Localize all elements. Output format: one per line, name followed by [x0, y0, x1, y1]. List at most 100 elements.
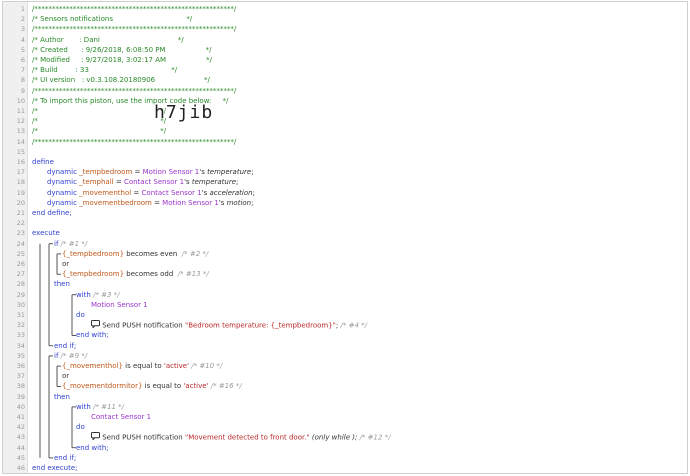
- then-keyword: then: [54, 392, 70, 401]
- code-line: 32 Send PUSH notification "Bedroom tempe…: [3, 320, 687, 330]
- do-keyword: do: [76, 311, 85, 319]
- code-line: 44 end with;: [3, 443, 687, 453]
- code-line: 17 dynamic _tempbedroom = Motion Sensor 1…: [3, 167, 687, 177]
- code-content: or: [62, 371, 69, 381]
- code-content: end define;: [32, 208, 72, 218]
- code-line: 28 then: [3, 279, 687, 289]
- code-line: 41 Contact Sensor 1: [3, 412, 687, 422]
- code-line: 2 /* Sensors notifications */: [3, 14, 687, 24]
- code-line: 1 /**************************************…: [3, 4, 687, 14]
- variable-name: _movementbedroom: [79, 198, 152, 207]
- attribute-name: temperature: [207, 168, 252, 177]
- device-name: Motion Sensor 1: [142, 168, 200, 177]
- condition-value: 'active': [183, 382, 209, 391]
- code-line: 19 dynamic _movementhol = Contact Sensor …: [3, 188, 687, 198]
- statement-id-comment: /* #1 */: [60, 239, 88, 248]
- code-content: /* Sensors notifications */: [32, 14, 192, 24]
- code-line: 42 do: [3, 422, 687, 432]
- line-number: 2: [20, 15, 25, 24]
- code-line: 25 {_tempbedroom} becomes even /* #2 */: [3, 249, 687, 259]
- code-line: 30 Motion Sensor 1: [3, 300, 687, 310]
- condition-variable: {_tempbedroom}: [62, 249, 125, 258]
- code-content: /***************************************…: [32, 4, 236, 14]
- line-number: 1: [20, 5, 25, 13]
- condition-id-comment: /* #13 */: [177, 270, 209, 279]
- line-number: 17: [16, 168, 25, 177]
- code-content: if /* #9 */: [54, 351, 87, 361]
- condition-variable: {_tempbedroom}: [62, 270, 125, 279]
- with-keyword: with: [76, 402, 91, 411]
- code-line: 35 if /* #9 */: [3, 351, 687, 361]
- condition-operator: becomes odd: [124, 270, 176, 279]
- header-comment: /* */: [32, 107, 167, 115]
- code-content: /***************************************…: [32, 137, 236, 147]
- header-comment: /***************************************…: [32, 5, 237, 13]
- define-keyword: define: [32, 158, 54, 166]
- or-keyword: or: [62, 372, 70, 381]
- code-line: 43 Send PUSH notification "Movement dete…: [3, 432, 687, 442]
- line-number: 7: [20, 66, 25, 75]
- line-number: 24: [16, 239, 25, 248]
- code-content: with /* #11 */: [76, 402, 124, 412]
- code-content: {_movementhol} is equal to 'active' /* #…: [62, 361, 222, 371]
- code-line: 4 /* Author : Dani */: [3, 35, 687, 45]
- code-line: 45 end if;: [3, 453, 687, 463]
- piston-code-viewer: 1 /**************************************…: [2, 1, 688, 474]
- code-line: 27 {_tempbedroom} becomes odd /* #13 */: [3, 269, 687, 279]
- code-line: 23 execute: [3, 228, 687, 238]
- code-line: 38 {_movementdormitor} is equal to 'activ…: [3, 381, 687, 391]
- code-content: dynamic _movementhol = Contact Sensor 1'…: [47, 188, 255, 197]
- do-keyword: do: [76, 423, 85, 432]
- attribute-name: temperature: [191, 178, 237, 187]
- header-comment: /* Build : 33 */: [32, 66, 178, 75]
- line-number: 43: [16, 433, 25, 442]
- line-number: 45: [16, 453, 25, 462]
- line-number: 27: [16, 270, 25, 279]
- code-content: /* Modified : 9/27/2018, 3:02:17 AM */: [32, 55, 212, 65]
- code-content: /* */: [32, 106, 166, 116]
- variable-name: _movementhol: [79, 188, 132, 197]
- code-line: 18 dynamic _temphall = Contact Sensor 1's…: [3, 177, 687, 187]
- code-content: do: [76, 422, 85, 432]
- line-number: 25: [16, 249, 25, 258]
- code-line: 26 or: [3, 259, 687, 269]
- code-line: 3 /**************************************…: [3, 24, 687, 34]
- code-content: {_tempbedroom} becomes even /* #2 */: [62, 249, 208, 259]
- line-number: 16: [16, 158, 25, 166]
- statement-id-comment: /* #3 */: [93, 290, 120, 299]
- execute-keyword: execute: [32, 229, 60, 238]
- header-comment: /* Author : Dani */: [32, 35, 184, 44]
- line-number: 14: [16, 137, 25, 146]
- line-number: 21: [16, 209, 25, 217]
- line-number: 11: [16, 107, 25, 115]
- device-name: Contact Sensor 1: [141, 188, 202, 197]
- code-line: 36 {_movementhol} is equal to 'active' /*…: [3, 361, 687, 371]
- header-comment: /***************************************…: [32, 137, 237, 146]
- task-message: "Movement detected to front door.": [184, 434, 310, 442]
- task-only-while: (only while );: [311, 434, 358, 442]
- code-line: 31 do: [3, 310, 687, 320]
- code-line: 8 /* UI version : v0.3.108.20180906 */: [3, 75, 687, 85]
- variable-type: dynamic: [47, 168, 77, 177]
- end-if-keyword: end if;: [54, 453, 77, 462]
- task-id-comment: /* #12 */: [359, 434, 391, 442]
- code-line: 37 or: [3, 371, 687, 381]
- variable-type: dynamic: [47, 178, 77, 187]
- code-content: /* */h7jib: [32, 104, 212, 126]
- condition-value: 'active': [163, 362, 190, 370]
- code-content: do: [76, 310, 85, 320]
- line-number: 41: [16, 413, 25, 421]
- code-content: dynamic _temphall = Contact Sensor 1's t…: [47, 178, 239, 187]
- line-number: 8: [20, 76, 25, 85]
- line-number: 37: [16, 372, 25, 381]
- code-line: 15: [3, 147, 687, 157]
- condition-id-comment: /* #16 */: [210, 382, 242, 391]
- line-number: 5: [20, 45, 25, 54]
- code-line: 6 /* Modified : 9/27/2018, 3:02:17 AM */: [3, 55, 687, 65]
- task-message: "Bedroom temperature: {_tempbedroom}": [184, 321, 336, 330]
- code-content: /* UI version : v0.3.108.20180906 */: [32, 75, 210, 85]
- line-number: 13: [16, 127, 25, 136]
- header-comment: /* */: [32, 127, 167, 136]
- end-with-keyword: end with;: [76, 443, 109, 452]
- task-terminator: ;: [335, 321, 339, 330]
